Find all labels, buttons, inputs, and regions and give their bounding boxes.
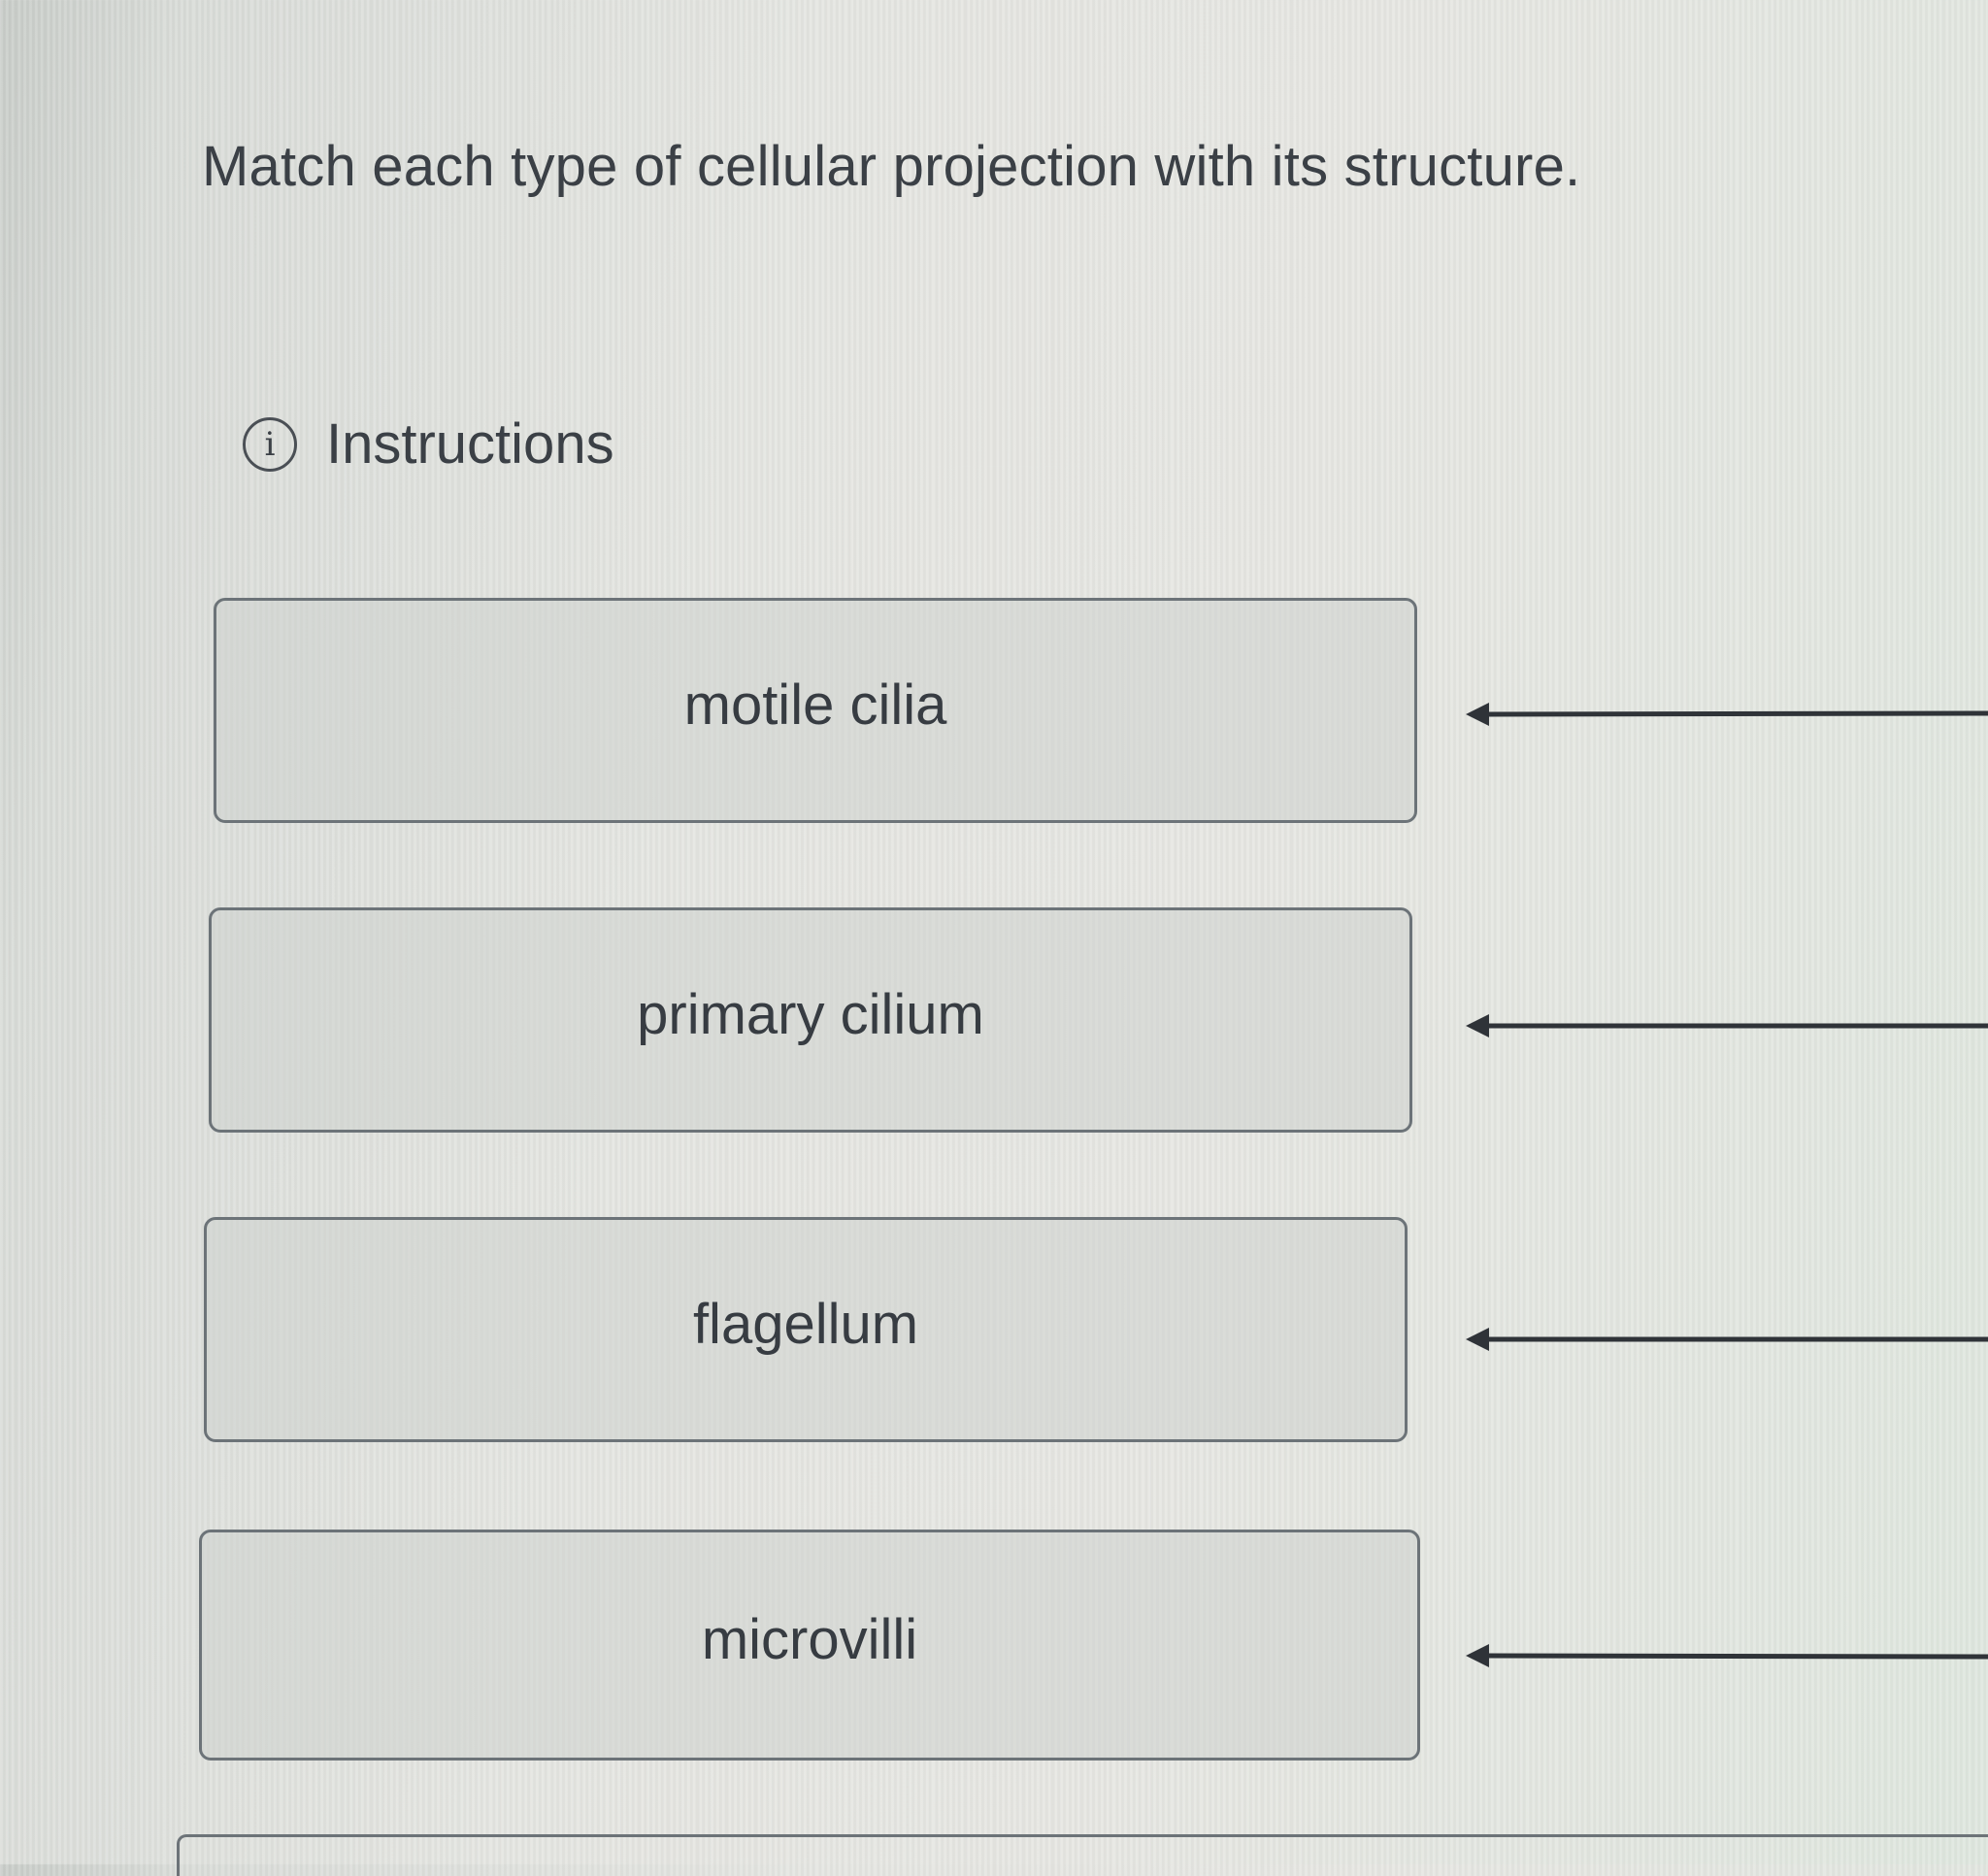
matching-question-page: Match each type of cellular projection w… <box>0 0 1988 1876</box>
term-label: motile cilia <box>683 673 947 737</box>
drop-target-arrow-4[interactable] <box>1464 1636 1988 1675</box>
match-row-microvilli: microvilli <box>0 1530 1988 1762</box>
left-arrow-icon <box>1466 1328 1988 1351</box>
match-row-motile-cilia: motile cilia <box>0 598 1988 831</box>
instructions-toggle[interactable]: i Instructions <box>243 411 614 477</box>
left-arrow-icon <box>1466 1644 1988 1667</box>
left-arrow-icon <box>1466 1014 1988 1037</box>
term-card-motile-cilia[interactable]: motile cilia <box>214 598 1417 823</box>
match-row-primary-cilium: primary cilium <box>0 907 1988 1140</box>
term-label: primary cilium <box>637 982 984 1046</box>
term-card-primary-cilium[interactable]: primary cilium <box>209 907 1412 1133</box>
drop-target-arrow-2[interactable] <box>1464 1006 1988 1045</box>
next-panel-edge <box>177 1834 1988 1876</box>
question-prompt: Match each type of cellular projection w… <box>202 135 1581 198</box>
match-row-flagellum: flagellum <box>0 1217 1988 1450</box>
instructions-label: Instructions <box>326 412 614 476</box>
drop-target-arrow-3[interactable] <box>1464 1320 1988 1359</box>
term-label: flagellum <box>692 1292 919 1356</box>
left-arrow-icon <box>1466 703 1988 726</box>
term-label: microvilli <box>701 1607 918 1671</box>
term-card-microvilli[interactable]: microvilli <box>199 1530 1420 1761</box>
drop-target-arrow-1[interactable] <box>1464 695 1988 734</box>
term-card-flagellum[interactable]: flagellum <box>204 1217 1408 1442</box>
info-circle-icon: i <box>243 416 297 472</box>
